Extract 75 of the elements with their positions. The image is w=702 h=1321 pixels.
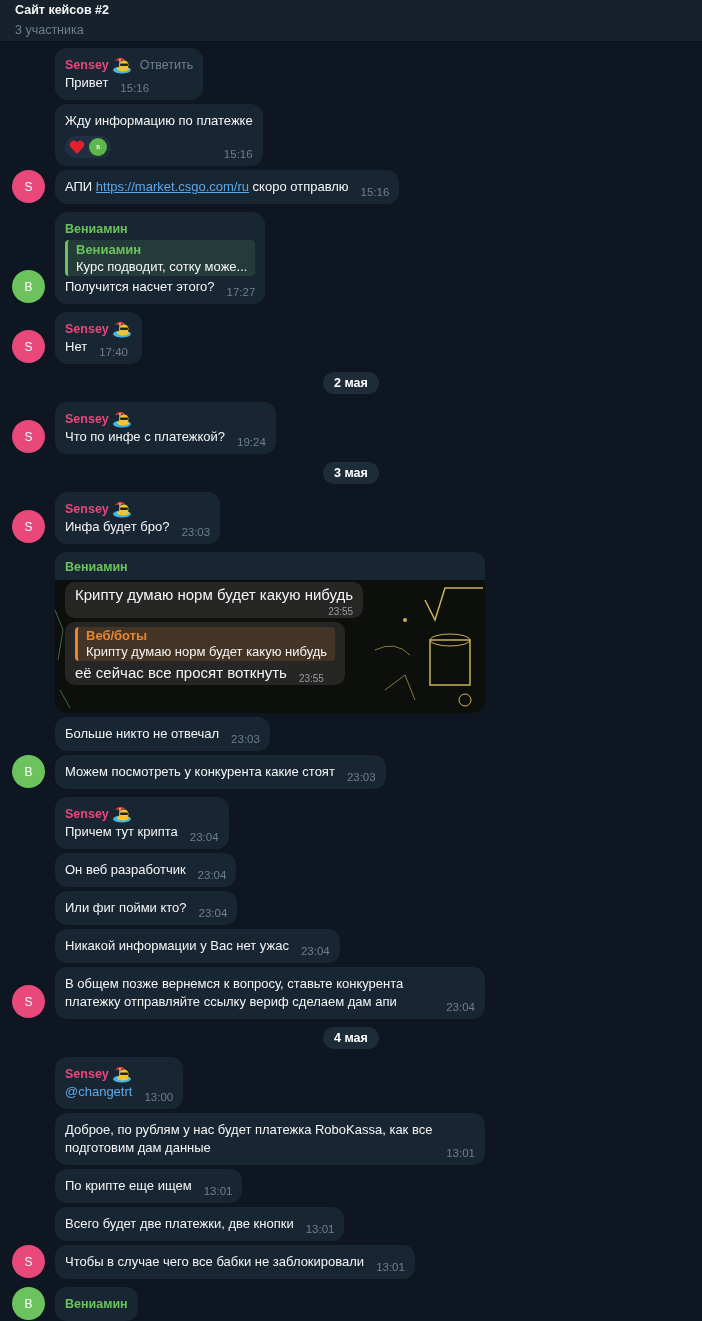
message-text: Можем посмотреть у конкурента какие стоят (65, 763, 335, 781)
sender-name[interactable]: Вениамин (65, 1295, 128, 1313)
message-time: 19:24 (237, 435, 266, 449)
message-time: 23:03 (231, 732, 260, 746)
message-text: Никакой информации у Вас нет ужас (65, 937, 289, 955)
sender-name[interactable]: Sensey (65, 320, 109, 338)
message-text: Чтобы в случае чего все бабки не заблокировали (65, 1253, 365, 1271)
reply-link[interactable]: Ответить (139, 56, 194, 74)
mention-link[interactable]: @changetrt (65, 1084, 133, 1099)
message-time: 15:16 (120, 81, 150, 95)
message-time: 15:16 (360, 185, 390, 199)
message-text: скоро отправлю (251, 179, 349, 194)
message-time: 23:04 (446, 1000, 475, 1014)
message-text: По крипте еще ищем (65, 1177, 192, 1195)
message-text: АПИ (65, 179, 94, 194)
message-time: 15:16 (223, 147, 253, 161)
message-time: 13:01 (446, 1146, 475, 1160)
sender-name[interactable]: Sensey (65, 1065, 109, 1083)
message-time: 17:40 (99, 345, 128, 359)
message-text: Или фиг пойми кто? (65, 899, 187, 917)
message-time: 23:04 (189, 830, 219, 844)
message-time: 23:55 (298, 672, 324, 686)
message-text: Доброе, по рублям у нас будет платежка RoboKassa, как все подготовим дам данные (65, 1121, 434, 1157)
message-link[interactable]: https://market.csgo.com/ru (95, 179, 249, 194)
quote-block[interactable]: Вениамин Курс подводит, сотку може... (65, 240, 256, 276)
message-text: Крипту думаю норм будет какую нибудь (75, 585, 354, 605)
avatar[interactable]: В (12, 755, 45, 788)
message-text: Привет (65, 74, 109, 92)
message-text: Всего будет две платежки, две кнопки (65, 1215, 294, 1233)
message-text: Он веб разработчик (65, 861, 186, 879)
sender-name[interactable]: Вениамин (65, 558, 128, 576)
message-text: В общем позже вернемся к вопросу, ставьте конкурента платежку отправляйте ссылку вериф сделаем дам апи (65, 975, 405, 1011)
sender-name[interactable]: Вениамин (65, 220, 128, 238)
message-text: Жду информацию по платежке (65, 112, 253, 130)
chat-title: Сайт кейсов #2 (15, 3, 109, 18)
message-text: Получится насчет этого? (65, 278, 215, 296)
message-time: 23:55 (328, 605, 354, 619)
message-text: Больше никто не отвечал (65, 725, 220, 743)
message-time: 13:01 (203, 1184, 233, 1198)
avatar[interactable]: S (12, 170, 45, 203)
message-time: 23:04 (198, 906, 228, 920)
date-separator: 2 мая (323, 372, 379, 394)
message-time: 13:01 (305, 1222, 335, 1236)
message-text: Инфа будет бро? (65, 518, 170, 536)
sender-name[interactable]: Sensey (65, 500, 109, 518)
date-separator: 4 мая (323, 1027, 379, 1049)
message-time: 23:04 (197, 868, 227, 882)
message-time: 23:03 (346, 770, 376, 784)
message-text: Причем тут крипта (65, 823, 178, 841)
date-separator: 3 мая (323, 462, 379, 484)
message-time: 23:04 (300, 944, 330, 958)
avatar[interactable]: S (12, 330, 45, 363)
avatar[interactable]: S (12, 1245, 45, 1278)
sender-name[interactable]: Sensey (65, 410, 109, 428)
sender-name[interactable]: Sensey (65, 56, 109, 74)
quote-text: Курс подводит, сотку може... (76, 258, 248, 275)
heart-icon (69, 140, 85, 154)
quote-author: Вениамин (76, 241, 143, 258)
message-time: 23:03 (181, 525, 211, 539)
message-text: её сейчас все просят воткнуть (75, 663, 287, 683)
avatar[interactable]: S (12, 985, 45, 1018)
member-count: 3 участника (15, 21, 84, 39)
avatar[interactable]: В (12, 1287, 45, 1320)
quote-block[interactable]: Веб/боты Крипту думаю норм будет какую нибудь (75, 627, 336, 661)
avatar[interactable]: В (12, 270, 45, 303)
avatar[interactable]: S (12, 420, 45, 453)
message-time: 17:27 (226, 285, 256, 299)
message-text: Что по инфе с платежкой? (65, 428, 225, 446)
message-time: 13:01 (376, 1260, 405, 1274)
quote-text: Крипту думаю норм будет какую нибудь (86, 643, 328, 660)
message-text: Нет (65, 338, 88, 356)
quote-author: Веб/боты (86, 628, 149, 643)
message-time: 13:00 (144, 1090, 174, 1104)
avatar[interactable]: S (12, 510, 45, 543)
sender-name[interactable]: Sensey (65, 805, 109, 823)
